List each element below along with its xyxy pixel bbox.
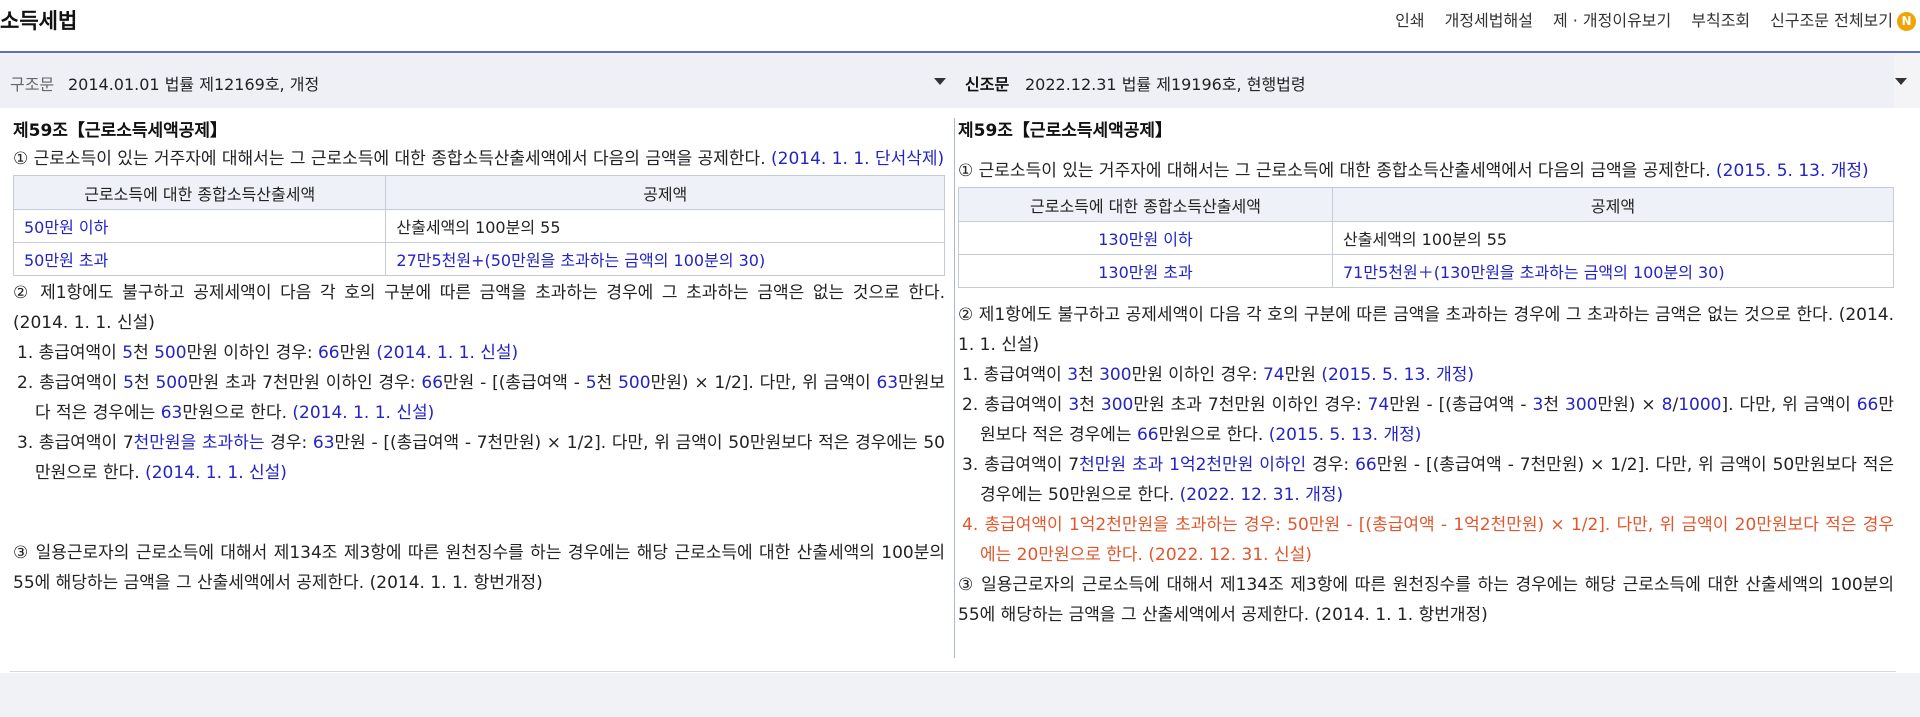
table-row: 130만원 이하 산출세액의 100분의 55 (958, 221, 1894, 255)
old-p1-text: ① 근로소득이 있는 거주자에 대해서는 그 근로소득에 대한 종합소득산출세액… (13, 149, 772, 169)
new-version-select[interactable]: 신조문 2022.12.31 법률 제19196호, 현행법령 (955, 55, 1907, 108)
footer-area (0, 673, 1920, 717)
old-version-value: 2014.01.01 법률 제12169호, 개정 (68, 75, 320, 94)
old-item-3-note-link[interactable]: (2014. 1. 1. 신설) (145, 463, 287, 483)
bottom-divider (10, 671, 1896, 672)
old-paragraph-2: ② 제1항에도 불구하고 공제세액이 다음 각 호의 구분에 따른 금액을 초과… (13, 283, 945, 333)
table-header: 공제액 (1332, 187, 1894, 222)
revision-commentary-link[interactable]: 개정세법해설 (1445, 7, 1533, 31)
new-table-cell: 산출세액의 100분의 55 (1332, 221, 1894, 255)
table-row: 50만원 이하 산출세액의 100분의 55 (12, 209, 945, 243)
new-deduction-table: 근로소득에 대한 종합소득산출세액 공제액 130만원 이하 산출세액의 100… (958, 187, 1894, 288)
old-table-cell[interactable]: 50만원 초과 (12, 242, 387, 276)
new-table-cell[interactable]: 130만원 이하 (958, 221, 1333, 255)
table-header: 근로소득에 대한 종합소득산출세액 (12, 175, 387, 210)
new-item-3: 3. 총급여액이 7천만원 초과 1억2천만원 이하인 경우: 66만원 - [… (962, 455, 1894, 505)
new-item-2-note-link[interactable]: (2015. 5. 13. 개정) (1269, 425, 1422, 445)
old-version-label: 구조문 (10, 75, 55, 94)
old-table-cell[interactable]: 50만원 이하 (12, 209, 387, 243)
old-deduction-table: 근로소득에 대한 종합소득산출세액 공제액 50만원 이하 산출세액의 100분… (12, 175, 945, 276)
page-title: 소득세법 (0, 9, 78, 33)
table-header: 공제액 (385, 175, 945, 210)
new-table-cell[interactable]: 130만원 초과 (958, 254, 1333, 288)
view-all-comparison-label: 신구조문 전체보기 (1770, 11, 1893, 30)
old-item-3: 3. 총급여액이 7천만원을 초과하는 경우: 63만원 - [(총급여액 - … (17, 433, 945, 483)
new-version-label: 신조문 (965, 75, 1010, 94)
old-version-select[interactable]: 구조문 2014.01.01 법률 제12169호, 개정 (0, 55, 955, 108)
new-p1-note-link[interactable]: (2015. 5. 13. 개정) (1716, 161, 1869, 181)
view-all-comparison-link[interactable]: 신구조문 전체보기 N (1770, 7, 1916, 31)
old-item-2: 2. 총급여액이 5천 500만원 초과 7천만원 이하인 경우: 66만원 -… (17, 373, 946, 423)
top-menu: 인쇄 개정세법해설 제 · 개정이유보기 부칙조회 신구조문 전체보기 N (1375, 7, 1916, 31)
new-item-1: 1. 총급여액이 3천 300만원 이하인 경우: 74만원 (2015. 5.… (962, 365, 1474, 385)
new-item-1-note-link[interactable]: (2015. 5. 13. 개정) (1321, 365, 1474, 385)
new-paragraph-3: ③ 일용근로자의 근로소득에 대해서 제134조 제3항에 따른 원천징수를 하… (958, 575, 1894, 625)
new-item-3-note-link[interactable]: (2022. 12. 31. 개정) (1180, 485, 1344, 505)
print-link[interactable]: 인쇄 (1395, 7, 1424, 31)
old-paragraph-3: ③ 일용근로자의 근로소득에 대해서 제134조 제3항에 따른 원천징수를 하… (13, 543, 945, 593)
old-table-cell: 산출세액의 100분의 55 (385, 209, 945, 243)
new-item-4: 4. 총급여액이 1억2천만원을 초과하는 경우: 50만원 - [(총급여액 … (962, 515, 1894, 565)
new-paragraph-1: ① 근로소득이 있는 거주자에 대해서는 그 근로소득에 대한 종합소득산출세액… (958, 156, 1894, 186)
table-row: 50만원 초과 27만5천원+(50만원을 초과하는 금액의 100분의 30) (12, 242, 945, 276)
old-article-pane: 제59조【근로소득세액공제】 ① 근로소득이 있는 거주자에 대해서는 그 근로… (0, 108, 955, 673)
old-item-1-note-link[interactable]: (2014. 1. 1. 신설) (376, 343, 518, 363)
new-article-title: 제59조【근로소득세액공제】 (958, 121, 1173, 141)
old-article-title: 제59조【근로소득세액공제】 (13, 121, 228, 141)
supplementary-provisions-link[interactable]: 부칙조회 (1691, 7, 1750, 31)
chevron-down-icon (1895, 78, 1907, 85)
new-badge: N (1897, 12, 1916, 31)
old-p1-note-link[interactable]: (2014. 1. 1. 단서삭제) (771, 149, 944, 169)
revision-reason-link[interactable]: 제 · 개정이유보기 (1553, 7, 1671, 31)
new-paragraph-2: ② 제1항에도 불구하고 공제세액이 다음 각 호의 구분에 따른 금액을 초과… (958, 305, 1894, 355)
top-bar: 소득세법 인쇄 개정세법해설 제 · 개정이유보기 부칙조회 신구조문 전체보기… (0, 0, 1920, 53)
new-p1-text: ① 근로소득이 있는 거주자에 대해서는 그 근로소득에 대한 종합소득산출세액… (958, 161, 1717, 181)
old-item-1: 1. 총급여액이 5천 500만원 이하인 경우: 66만원 (2014. 1.… (17, 343, 519, 363)
new-article-pane: 제59조【근로소득세액공제】 ① 근로소득이 있는 거주자에 대해서는 그 근로… (955, 108, 1894, 673)
new-item-2: 2. 총급여액이 3천 300만원 초과 7천만원 이하인 경우: 74만원 -… (962, 395, 1894, 445)
old-paragraph-1: ① 근로소득이 있는 거주자에 대해서는 그 근로소득에 대한 종합소득산출세액… (13, 144, 945, 174)
new-version-value: 2022.12.31 법률 제19196호, 현행법령 (1025, 75, 1306, 94)
chevron-down-icon (934, 78, 946, 85)
comparison-content: 제59조【근로소득세액공제】 ① 근로소득이 있는 거주자에 대해서는 그 근로… (0, 108, 1920, 673)
old-empty-item-slot (13, 488, 945, 538)
table-row: 130만원 초과 71만5천원＋(130만원을 초과하는 금액의 100분의 3… (958, 254, 1894, 288)
old-table-cell[interactable]: 27만5천원+(50만원을 초과하는 금액의 100분의 30) (385, 242, 945, 276)
old-item-2-note-link[interactable]: (2014. 1. 1. 신설) (292, 403, 434, 423)
new-table-cell[interactable]: 71만5천원＋(130만원을 초과하는 금액의 100분의 30) (1332, 254, 1894, 288)
table-header: 근로소득에 대한 종합소득산출세액 (958, 187, 1333, 222)
